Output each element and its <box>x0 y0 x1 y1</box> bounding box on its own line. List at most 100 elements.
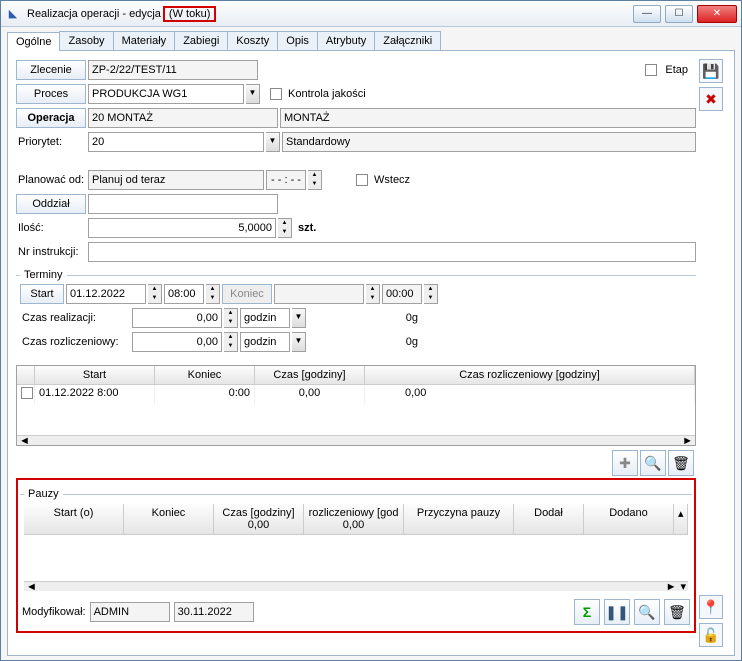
cell-czas: 0,00 <box>255 385 365 404</box>
nrinstr-label: Nr instrukcji: <box>16 246 86 258</box>
planowac-field: Planuj od teraz <box>88 170 264 190</box>
kontrola-checkbox[interactable] <box>270 88 282 100</box>
priorytet-value[interactable]: 20 <box>88 132 264 152</box>
pauzy-col-dodano: Dodano <box>584 504 674 534</box>
window-status: (W toku) <box>163 6 217 22</box>
lock-icon[interactable]: 🔓 <box>699 623 723 647</box>
start-time[interactable]: 08:00 <box>164 284 204 304</box>
save-icon[interactable]: 💾 <box>699 59 723 83</box>
tab-materialy[interactable]: Materiały <box>113 31 176 50</box>
czasreal-unit[interactable]: godzin <box>240 308 290 328</box>
nrinstr-field[interactable] <box>88 242 696 262</box>
czasrozl-label: Czas rozliczeniowy: <box>20 336 130 348</box>
cell-czasrozl: 0,00 <box>365 385 695 404</box>
etap-label: Etap <box>665 64 688 76</box>
pauzy-col-rozl: rozliczeniowy [god0,00 <box>304 504 404 534</box>
czasrozl-spin[interactable]: ▲▼ <box>224 332 238 352</box>
start-time-spin[interactable]: ▲▼ <box>206 284 220 304</box>
czasrozl-unit[interactable]: godzin <box>240 332 290 352</box>
add-button[interactable]: ✚ <box>612 450 638 476</box>
etap-checkbox[interactable] <box>645 64 657 76</box>
ilosc-spinner[interactable]: ▲▼ <box>278 218 292 238</box>
tab-opis[interactable]: Opis <box>277 31 318 50</box>
czasrozl-value[interactable]: 0,00 <box>132 332 222 352</box>
proces-field[interactable]: PRODUKCJA WG1 <box>88 84 244 104</box>
priorytet-dropdown[interactable]: ▼ <box>266 132 280 152</box>
table-row[interactable]: 01.12.2022 8:00 0:00 0,00 0,00 <box>17 385 695 404</box>
tab-atrybuty[interactable]: Atrybuty <box>317 31 375 50</box>
ilosc-field[interactable]: 5,0000 <box>88 218 276 238</box>
trash-button[interactable]: 🗑 <box>668 450 694 476</box>
czasrozl-unit-dd[interactable]: ▼ <box>292 332 306 352</box>
tab-zalaczniki[interactable]: Załączniki <box>374 31 441 50</box>
col-czasrozl: Czas rozliczeniowy [godziny] <box>365 366 695 384</box>
czasreal-unit-dd[interactable]: ▼ <box>292 308 306 328</box>
czasreal-label: Czas realizacji: <box>20 312 130 324</box>
mod-label: Modyfikował: <box>22 606 86 618</box>
app-icon: ◣ <box>5 6 21 22</box>
proces-button[interactable]: Proces <box>16 84 86 104</box>
koniec-time[interactable]: 00:00 <box>382 284 422 304</box>
wstecz-label: Wstecz <box>374 174 410 186</box>
pauzy-col-czas: Czas [godziny]0,00 <box>214 504 304 534</box>
koniec-date[interactable] <box>274 284 364 304</box>
zlecenie-button[interactable]: Zlecenie <box>16 60 86 80</box>
col-czas: Czas [godziny] <box>255 366 365 384</box>
planowac-spinner[interactable]: ▲▼ <box>308 170 322 190</box>
tab-koszty[interactable]: Koszty <box>227 31 278 50</box>
wstecz-checkbox[interactable] <box>356 174 368 186</box>
pauzy-hscroll[interactable]: ◄►▾ <box>24 581 688 591</box>
tab-zasoby[interactable]: Zasoby <box>59 31 113 50</box>
pauzy-col-przyczyna: Przyczyna pauzy <box>404 504 514 534</box>
col-check <box>17 366 35 384</box>
koniec-time-spin[interactable]: ▲▼ <box>424 284 438 304</box>
maximize-button[interactable]: ☐ <box>665 5 693 23</box>
pauzy-col-dodal: Dodał <box>514 504 584 534</box>
czasreal-sum: 0g <box>308 312 418 324</box>
mod-user: ADMIN <box>90 602 170 622</box>
terminy-grid: Start Koniec Czas [godziny] Czas rozlicz… <box>16 365 696 446</box>
pin-icon[interactable]: 📍 <box>699 595 723 619</box>
cell-koniec: 0:00 <box>155 385 255 404</box>
col-koniec: Koniec <box>155 366 255 384</box>
tab-ogolne[interactable]: Ogólne <box>7 32 60 51</box>
start-date[interactable]: 01.12.2022 <box>66 284 146 304</box>
close-button[interactable]: ✕ <box>697 5 737 23</box>
pauzy-legend: Pauzy <box>24 488 63 500</box>
titlebar: ◣ Realizacja operacji - edycja (W toku) … <box>1 1 741 27</box>
window-title: Realizacja operacji - edycja <box>27 8 161 20</box>
delete-icon[interactable]: ✖ <box>699 87 723 111</box>
pauzy-vscroll-up[interactable]: ▴ <box>674 504 688 534</box>
priorytet-std: Standardowy <box>282 132 696 152</box>
oddzial-button[interactable]: Oddział <box>16 194 86 214</box>
minimize-button[interactable]: — <box>633 5 661 23</box>
search-button[interactable]: 🔍 <box>640 450 666 476</box>
pauzy-col-koniec: Koniec <box>124 504 214 534</box>
koniec-button[interactable]: Koniec <box>222 284 272 304</box>
operacja-code-field: 20 MONTAŻ <box>88 108 278 128</box>
oddzial-field[interactable] <box>88 194 278 214</box>
pauzy-fieldset: Pauzy Start (o) Koniec Czas [godziny]0,0… <box>20 488 692 595</box>
czasreal-spin[interactable]: ▲▼ <box>224 308 238 328</box>
tab-zabiegi[interactable]: Zabiegi <box>174 31 228 50</box>
sigma-button[interactable]: Σ <box>574 599 600 625</box>
trash2-button[interactable]: 🗑 <box>664 599 690 625</box>
priorytet-label: Priorytet: <box>16 136 86 148</box>
row-check[interactable] <box>21 387 33 399</box>
planowac-time: - - : - - <box>266 170 306 190</box>
koniec-date-spin[interactable]: ▲▼ <box>366 284 380 304</box>
czasreal-value[interactable]: 0,00 <box>132 308 222 328</box>
operacja-button[interactable]: Operacja <box>16 108 86 128</box>
operacja-name-field: MONTAŻ <box>280 108 696 128</box>
proces-dropdown[interactable]: ▼ <box>246 84 260 104</box>
kontrola-label: Kontrola jakości <box>288 88 366 100</box>
col-start: Start <box>35 366 155 384</box>
terminy-legend: Terminy <box>20 269 67 281</box>
grid-hscroll[interactable]: ◄► <box>17 435 695 445</box>
terminy-fieldset: Terminy Start 01.12.2022 ▲▼ 08:00 ▲▼ Kon… <box>16 269 696 359</box>
start-date-spin[interactable]: ▲▼ <box>148 284 162 304</box>
search2-button[interactable]: 🔍 <box>634 599 660 625</box>
start-button[interactable]: Start <box>20 284 64 304</box>
pause-button[interactable]: ❚❚ <box>604 599 630 625</box>
zlecenie-field: ZP-2/22/TEST/11 <box>88 60 258 80</box>
